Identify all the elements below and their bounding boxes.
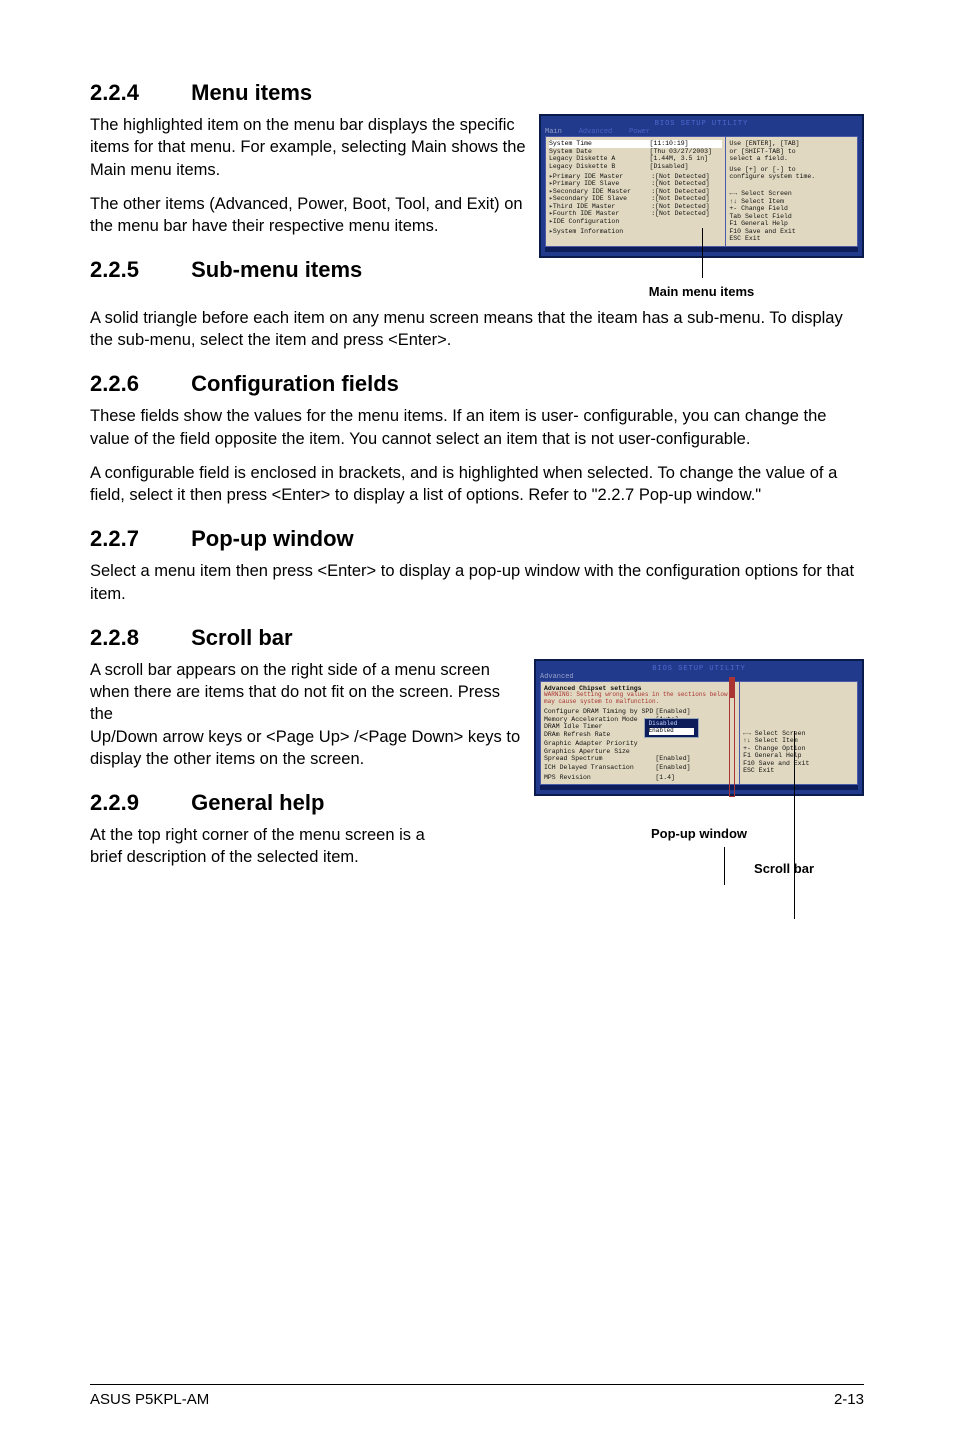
heading-2-2-7: 2.2.7 Pop-up window (90, 526, 864, 552)
popup-box: Disabled Enabled (644, 718, 699, 738)
figure-main-menu: BIOS SETUP UTILITY Main Advanced Power S… (539, 114, 864, 299)
bios-title: BIOS SETUP UTILITY (545, 120, 858, 128)
section-2-2-7: 2.2.7 Pop-up window Select a menu item t… (90, 526, 864, 605)
tab-main: Main (545, 128, 562, 136)
callout-line-popup (724, 847, 725, 885)
footer-right: 2-13 (834, 1391, 864, 1408)
figure-caption: Main menu items (539, 284, 864, 299)
para: Select a menu item then press <Enter> to… (90, 560, 864, 605)
bios-tabs: Main Advanced Power (545, 128, 858, 136)
bios2-help-col: ←→ Select Screen ↑↓ Select Item +- Chang… (740, 682, 857, 784)
para: These fields show the values for the men… (90, 405, 864, 450)
bios2-left-col: Advanced Chipset settings WARNING: Setti… (541, 682, 740, 784)
footer-rule (90, 1384, 864, 1385)
caption-popup: Pop-up window (534, 826, 864, 841)
section-2-2-6: 2.2.6 Configuration fields These fields … (90, 371, 864, 506)
bios-left-col: System Time[11:10:19] System Date[Thu 03… (546, 137, 726, 246)
tab-advanced: Advanced (579, 128, 613, 136)
bios-nav-legend: ←→ Select Screen ↑↓ Select Item +- Chang… (729, 190, 854, 242)
heading-2-2-6: 2.2.6 Configuration fields (90, 371, 864, 397)
heading-2-2-8: 2.2.8 Scroll bar (90, 625, 864, 651)
para: At the top right corner of the menu scre… (90, 824, 450, 869)
footer-left: ASUS P5KPL-AM (90, 1391, 209, 1408)
section-2-2-4: 2.2.4 Menu items BIOS SETUP UTILITY Main… (90, 80, 864, 237)
bios-help-col: Use [ENTER], [TAB] or [SHIFT-TAB] to sel… (726, 137, 857, 246)
para: A solid triangle before each item on any… (90, 307, 864, 352)
heading-2-2-4: 2.2.4 Menu items (90, 80, 864, 106)
bios-advanced-screenshot: BIOS SETUP UTILITY Advanced Advanced Chi… (534, 659, 864, 797)
section-2-2-8: 2.2.8 Scroll bar BIOS SETUP UTILITY Adva… (90, 625, 864, 770)
scroll-bar-indicator (729, 677, 735, 797)
caption-scroll: Scroll bar (534, 861, 864, 876)
callout-line-scroll (794, 731, 795, 919)
heading-num: 2.2.4 (90, 80, 185, 106)
heading-title: Menu items (191, 80, 312, 105)
para: A configurable field is enclosed in brac… (90, 462, 864, 507)
figure-popup-scroll: BIOS SETUP UTILITY Advanced Advanced Chi… (534, 659, 864, 877)
page: 2.2.4 Menu items BIOS SETUP UTILITY Main… (0, 0, 954, 1330)
page-footer: ASUS P5KPL-AM 2-13 (0, 1384, 954, 1408)
tab-power: Power (629, 128, 650, 136)
callout-line (702, 228, 703, 278)
